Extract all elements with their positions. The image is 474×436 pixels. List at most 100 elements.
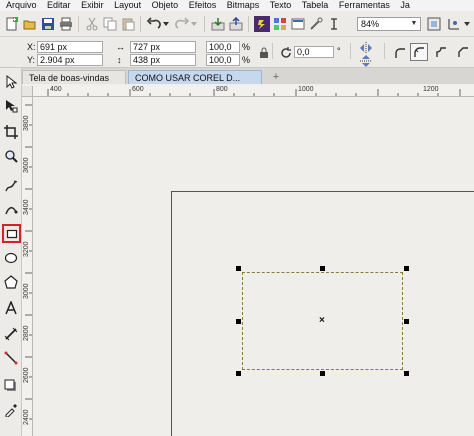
standard-toolbar: 84% ▼ [0, 11, 474, 37]
print-icon[interactable] [58, 16, 74, 32]
eyedropper-tool-icon[interactable] [3, 402, 19, 418]
ruler-h-label: 1200 [423, 86, 439, 93]
text-tool-icon[interactable] [3, 300, 19, 316]
y-position-field[interactable]: 2.904 px [37, 54, 103, 66]
shape-tool-icon[interactable] [3, 98, 19, 114]
scale-height-field[interactable]: 100,0 [206, 54, 240, 66]
ellipse-tool-icon[interactable] [3, 250, 19, 266]
menu-bitmaps[interactable]: Bitmaps [223, 0, 264, 11]
width-arrow-icon: ↔ [116, 42, 125, 52]
percent-label: % [242, 42, 251, 52]
ruler-origin-corner[interactable] [22, 86, 33, 97]
menu-arquivo[interactable]: Arquivo [0, 0, 41, 11]
horizontal-ruler[interactable]: 400 600 800 1000 1200 [33, 86, 474, 97]
freehand-tool-icon[interactable] [3, 178, 19, 194]
ruler-h-label: 800 [216, 86, 228, 93]
open-folder-icon[interactable] [22, 16, 38, 32]
menu-tabela[interactable]: Tabela [298, 0, 333, 11]
ruler-h-label: 400 [50, 86, 62, 93]
snap-to-icon[interactable] [446, 16, 462, 32]
mirror-vertical-icon[interactable] [358, 53, 374, 69]
x-label: X: [27, 42, 36, 52]
document-tabs: Tela de boas-vindas COMO USAR COREL D...… [22, 68, 474, 84]
menu-efeitos[interactable]: Efeitos [185, 0, 221, 11]
resize-handle-bottom-left[interactable] [236, 371, 241, 376]
connector-tool-icon[interactable] [3, 350, 19, 366]
round-corner-icon[interactable] [392, 45, 408, 61]
center-mark-icon[interactable]: × [319, 316, 325, 326]
menu-bar: Arquivo Editar Exibir Layout Objeto Efei… [0, 0, 474, 11]
resize-handle-top-left[interactable] [236, 266, 241, 271]
resize-handle-top[interactable] [320, 266, 325, 271]
lock-ratio-icon[interactable] [256, 45, 272, 61]
zoom-to-fit-icon[interactable] [426, 16, 442, 32]
crop-tool-icon[interactable] [3, 124, 19, 140]
tab-active-document[interactable]: COMO USAR COREL D... [128, 70, 262, 84]
menu-objeto[interactable]: Objeto [148, 0, 183, 11]
menu-texto[interactable]: Texto [266, 0, 296, 11]
options-icon[interactable] [308, 16, 324, 32]
zoom-level-value: 84% [361, 19, 380, 29]
zoom-tool-icon[interactable] [3, 148, 19, 164]
application-launcher-icon[interactable] [272, 16, 288, 32]
drawing-canvas[interactable]: × [34, 98, 474, 436]
scale-width-field[interactable]: 100,0 [206, 41, 240, 53]
resize-handle-right[interactable] [404, 319, 409, 324]
zoom-level-dropdown[interactable]: 84% ▼ [357, 17, 421, 31]
vertical-ruler-ticks [25, 104, 32, 420]
degree-label: ° [337, 46, 341, 56]
horizontal-ruler-ticks [47, 89, 461, 96]
undo-dropdown-icon[interactable] [162, 16, 170, 32]
width-field[interactable]: 727 px [130, 41, 196, 53]
redo-icon[interactable] [174, 16, 190, 32]
parallel-dimension-tool-icon[interactable] [3, 326, 19, 342]
add-tab-icon[interactable]: + [270, 71, 282, 83]
welcome-screen-icon[interactable] [290, 16, 306, 32]
y-label: Y: [27, 55, 36, 65]
rotation-field[interactable]: 0,0 [294, 46, 334, 58]
cut-icon[interactable] [84, 16, 100, 32]
smart-fill-tool-icon[interactable] [3, 202, 19, 218]
resize-handle-bottom[interactable] [320, 371, 325, 376]
undo-icon[interactable] [146, 16, 162, 32]
chevron-down-icon: ▼ [410, 20, 418, 27]
polygon-tool-icon[interactable] [3, 274, 19, 290]
menu-layout[interactable]: Layout [110, 0, 145, 11]
vertical-ruler[interactable]: 3800 3600 3400 3200 3000 2800 2600 2400 [22, 97, 33, 436]
snap-dropdown-icon[interactable] [462, 16, 472, 32]
resize-handle-top-right[interactable] [404, 266, 409, 271]
corner-type-rounded-icon[interactable] [410, 43, 428, 61]
text-cursor-icon[interactable] [326, 16, 342, 32]
drop-shadow-tool-icon[interactable] [3, 378, 19, 394]
ruler-h-label: 600 [132, 86, 144, 93]
save-icon[interactable] [40, 16, 56, 32]
import-icon[interactable] [210, 16, 226, 32]
redo-dropdown-icon[interactable] [190, 16, 198, 32]
resize-handle-left[interactable] [236, 319, 241, 324]
height-field[interactable]: 438 px [130, 54, 196, 66]
corner-type-chamfer-icon[interactable] [454, 43, 472, 61]
x-position-field[interactable]: 691 px [37, 41, 103, 53]
ruler-v-label: 3400 [23, 199, 30, 215]
tab-welcome-screen[interactable]: Tela de boas-vindas [22, 70, 126, 84]
menu-editar[interactable]: Editar [43, 0, 75, 11]
paste-icon[interactable] [120, 16, 136, 32]
resize-handle-bottom-right[interactable] [404, 371, 409, 376]
corel-connect-icon[interactable] [254, 16, 270, 32]
menu-exibir[interactable]: Exibir [77, 0, 108, 11]
menu-ferramentas[interactable]: Ferramentas [335, 0, 394, 11]
pick-tool-icon[interactable] [3, 74, 19, 90]
rotate-icon[interactable] [278, 45, 294, 61]
copy-icon[interactable] [102, 16, 118, 32]
ruler-h-label: 1000 [298, 86, 314, 93]
property-bar: X: 691 px Y: 2.904 px ↔ 727 px ↕ 438 px … [0, 37, 474, 68]
ruler-v-label: 3000 [23, 283, 30, 299]
ruler-v-label: 3200 [23, 241, 30, 257]
export-icon[interactable] [228, 16, 244, 32]
corner-type-scalloped-icon[interactable] [432, 43, 450, 61]
ruler-v-label: 2400 [23, 409, 30, 425]
menu-janela[interactable]: Ja [396, 0, 414, 11]
new-document-icon[interactable] [4, 16, 20, 32]
ruler-v-label: 2800 [23, 325, 30, 341]
rectangle-tool-icon[interactable] [2, 224, 21, 243]
